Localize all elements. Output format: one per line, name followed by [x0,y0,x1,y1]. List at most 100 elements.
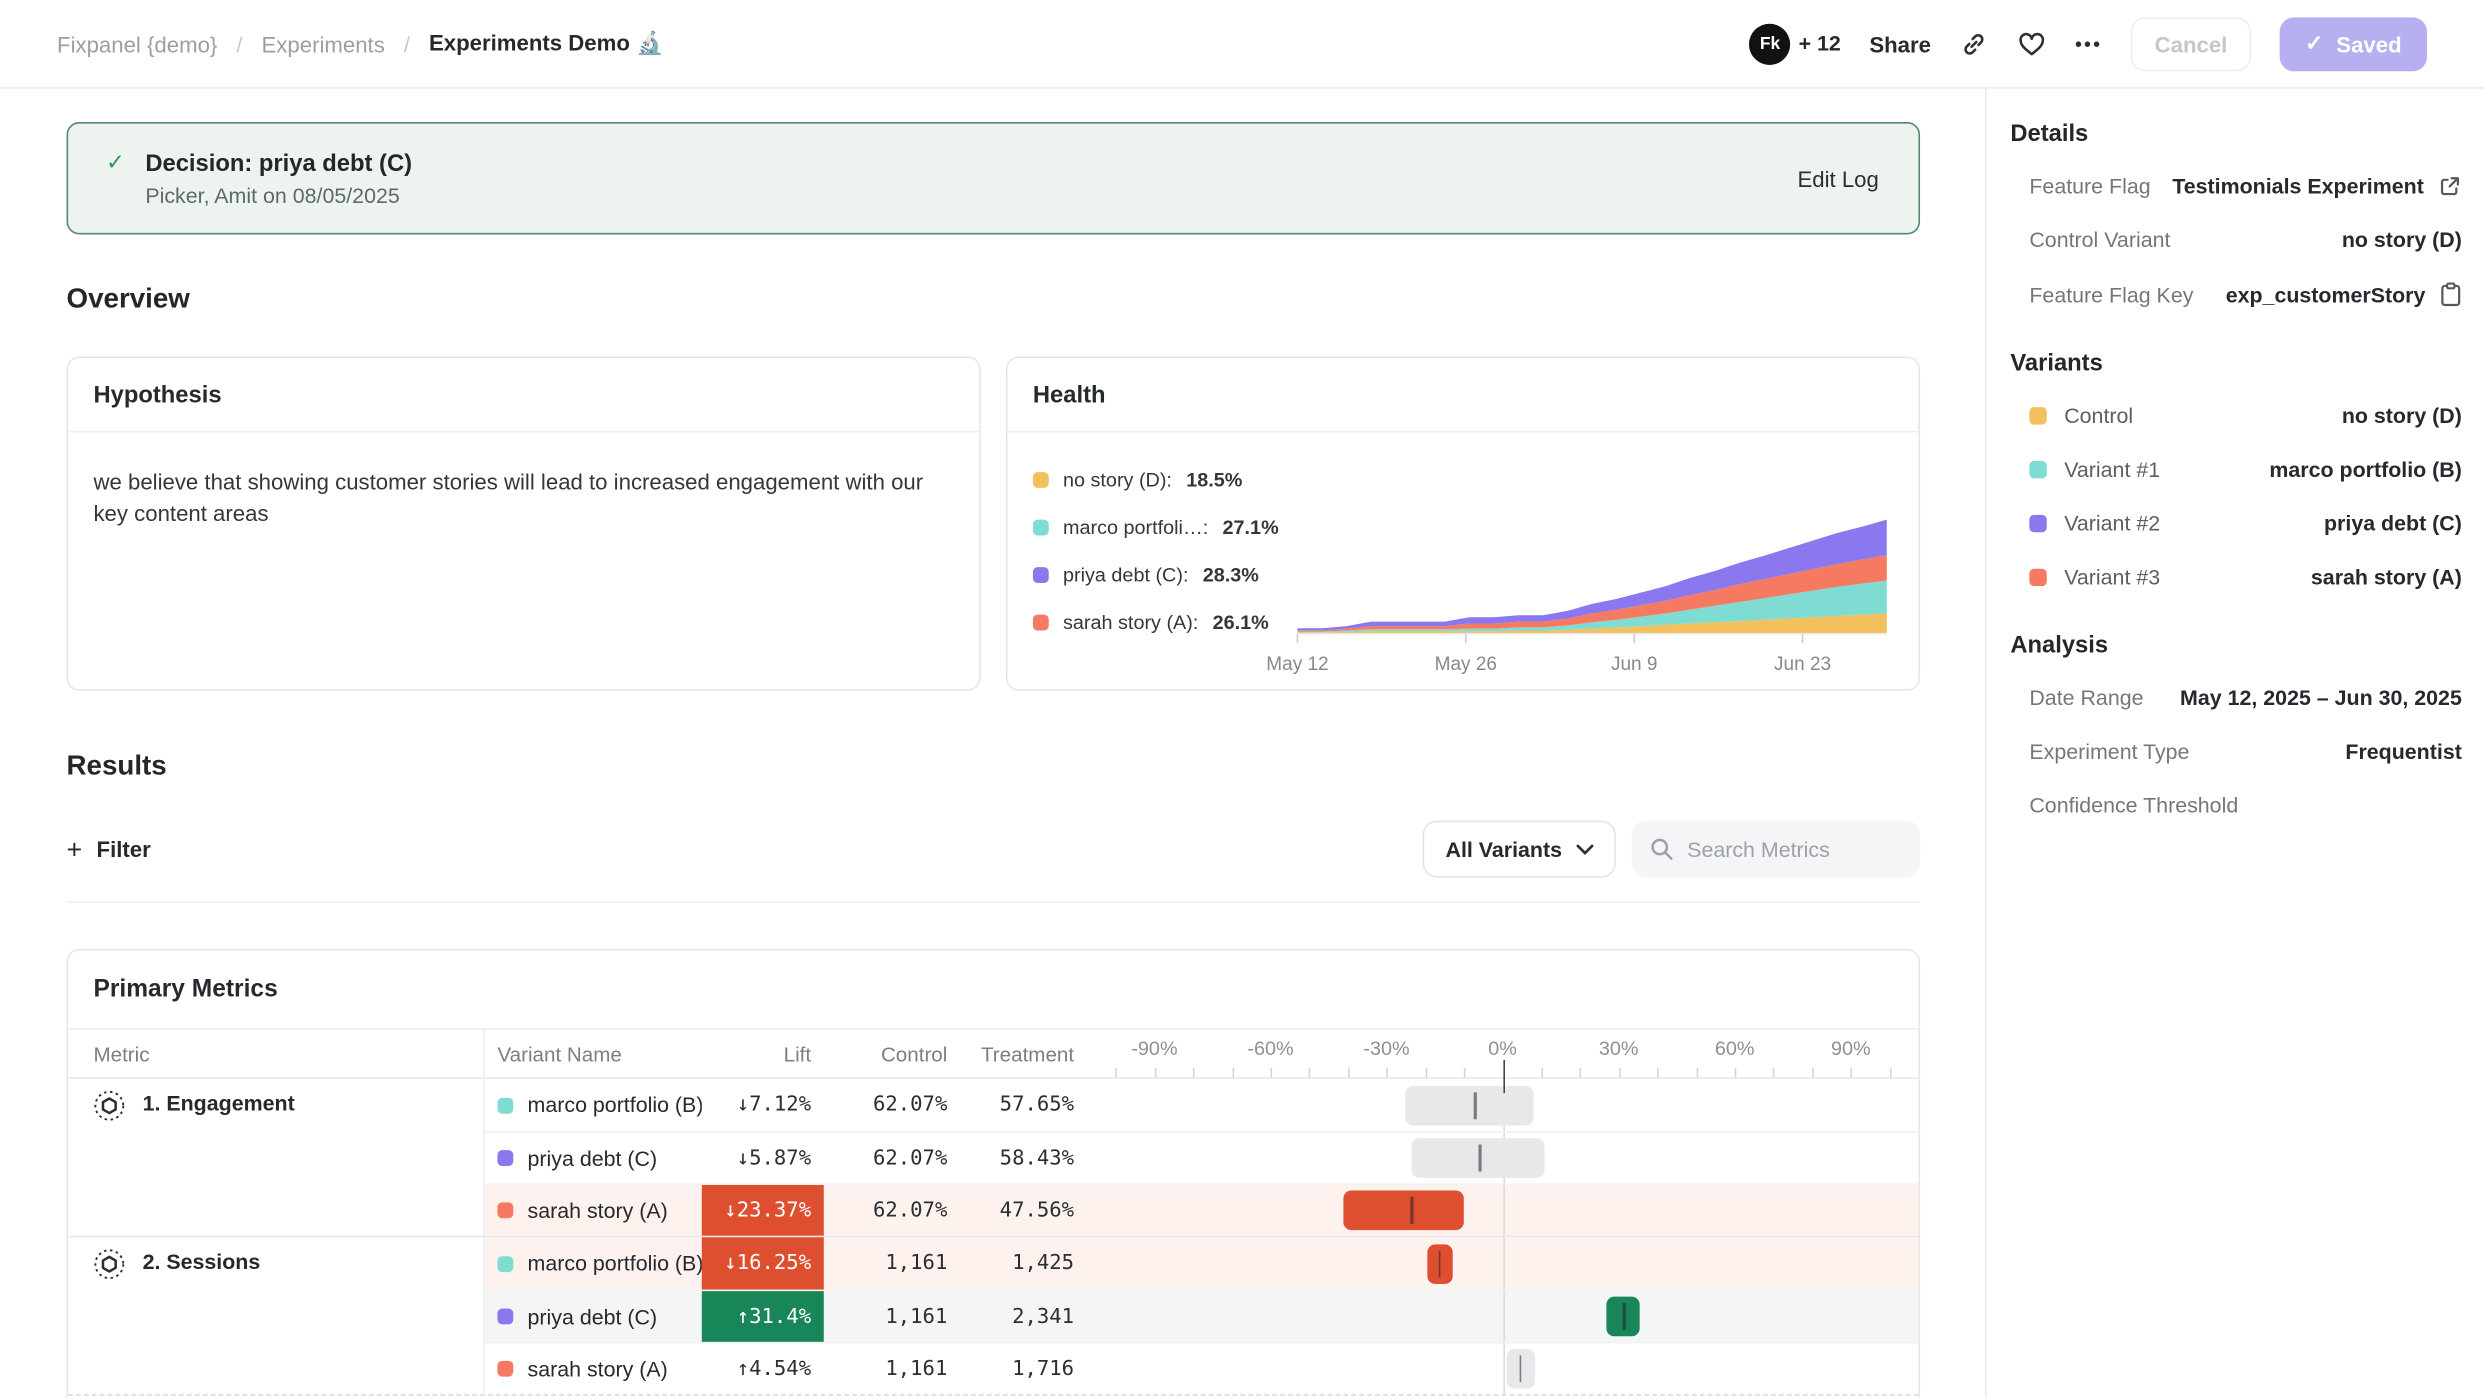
results-divider [67,901,1921,903]
axis-label: 0% [1488,1038,1517,1060]
variants-dropdown[interactable]: All Variants [1423,821,1616,878]
analysis-value: May 12, 2025 – Jun 30, 2025 [2164,686,2462,710]
control-value: 1,161 [824,1305,960,1329]
metric-rows: marco portfolio (B)↓7.12%62.07%57.65%pri… [485,1079,1919,1236]
axis-tick [1773,1068,1775,1078]
plus-icon: + [67,836,83,863]
health-chart: May 12May 26Jun 9Jun 23 [1297,466,1886,672]
legend-swatch [1033,472,1049,488]
zero-line [1503,1185,1505,1236]
lift-value: ↓5.87% [702,1133,824,1184]
metric-target-icon [93,1090,125,1122]
ci-mean-tick [1623,1303,1625,1330]
favorite-heart-icon[interactable] [2017,29,2047,58]
metric-row[interactable]: marco portfolio (B)↓16.25%1,1611,425 [485,1237,1919,1289]
analysis-rows: Date RangeMay 12, 2025 – Jun 30, 2025Exp… [2010,686,2461,817]
legend-value: 18.5% [1186,469,1242,491]
control-value: 62.07% [824,1093,960,1117]
axis-tick [1425,1068,1427,1078]
ci-bar [1406,1085,1534,1125]
share-button[interactable]: Share [1869,31,1931,56]
variant-value: no story (D) [2326,404,2462,428]
legend-swatch [1033,567,1049,583]
variant-value: sarah story (A) [2295,566,2462,590]
saved-label: Saved [2336,31,2401,56]
results-heading: Results [67,749,1921,782]
variant-value: marco portfolio (B) [2254,458,2462,482]
copy-link-icon[interactable] [1960,29,1989,58]
clipboard-icon[interactable] [2440,282,2462,307]
filter-label: Filter [97,836,151,861]
axis-tick [1193,1068,1195,1078]
axis-label: -30% [1363,1038,1409,1060]
details-section: Details Feature FlagTestimonials Experim… [2010,120,2461,307]
column-control: Control [824,1042,960,1066]
axis-label: -60% [1247,1038,1293,1060]
axis-tick [1696,1068,1698,1078]
axis-tick [1812,1068,1814,1078]
axis-tick [1464,1068,1466,1078]
treatment-value: 2,341 [960,1305,1087,1329]
saved-button[interactable]: ✓ Saved [2280,17,2427,71]
collaborators[interactable]: Fk + 12 [1749,23,1840,64]
metric-row[interactable]: marco portfolio (B)↓7.12%62.07%57.65% [485,1079,1919,1131]
ci-mean-tick [1474,1092,1476,1119]
add-filter-button[interactable]: + Filter [67,836,151,863]
decision-text: Decision: priya debt (C) Picker, Amit on… [145,150,412,207]
ci-bar [1506,1349,1535,1389]
column-metric: Metric [68,1030,485,1078]
ci-chart-cell [1087,1133,1919,1184]
metric-row[interactable]: sarah story (A)↑4.54%1,1611,716 [485,1342,1919,1394]
variant-name: marco portfolio (B) [528,1093,702,1117]
app-root: Fixpanel {demo} / Experiments / Experime… [0,0,2484,1397]
results-filter-row: + Filter All Variants [67,821,1921,878]
variant-cell: marco portfolio (B) [485,1252,702,1276]
breadcrumb-experiments[interactable]: Experiments [262,31,385,56]
breadcrumb-current: Experiments Demo 🔬 [429,30,664,57]
overview-cards: Hypothesis we believe that showing custo… [67,356,1921,690]
legend-value: 27.1% [1223,516,1279,538]
variant-swatch [2029,569,2046,586]
metric-row[interactable]: priya debt (C)↑31.4%1,1612,341 [485,1290,1919,1342]
lift-value: ↓23.37% [702,1185,824,1236]
avatar[interactable]: Fk [1749,23,1790,64]
detail-row: Feature FlagTestimonials Experiment [2010,174,2461,198]
collaborator-count: + 12 [1799,32,1841,56]
detail-row: Control Variantno story (D) [2010,228,2461,252]
breadcrumb: Fixpanel {demo} / Experiments / Experime… [57,30,664,57]
zero-line [1503,1343,1505,1394]
legend-value: 28.3% [1203,564,1259,586]
health-chart-svg: May 12May 26Jun 9Jun 23 [1297,507,1886,672]
variant-color-dot [497,1255,513,1271]
variant-color-dot [497,1150,513,1166]
breadcrumb-separator: / [236,31,242,56]
breadcrumb-project[interactable]: Fixpanel {demo} [57,31,217,56]
metric-name: 2. Sessions [143,1250,261,1274]
x-axis-label: Jun 9 [1611,654,1657,675]
search-metrics-input[interactable] [1632,821,1920,878]
health-body: no story (D): 18.5%marco portfoli…: 27.1… [1008,432,1919,671]
add-metric-button[interactable]: + Add [68,1394,1918,1397]
variant-label: Control [2064,404,2133,428]
edit-log-button[interactable]: Edit Log [1797,166,1878,191]
hypothesis-title: Hypothesis [68,358,979,432]
axis-label: 30% [1599,1038,1639,1060]
metric-row[interactable]: sarah story (A)↓23.37%62.07%47.56% [485,1183,1919,1235]
axis-tick [1541,1068,1543,1078]
hypothesis-card: Hypothesis we believe that showing custo… [67,356,981,690]
health-legend-item: sarah story (A): 26.1% [1033,612,1298,634]
axis-tick [1580,1068,1582,1078]
health-title: Health [1008,358,1919,432]
column-treatment: Treatment [960,1042,1087,1066]
lift-value: ↓16.25% [702,1237,824,1289]
variant-cell: priya debt (C) [485,1305,702,1329]
metric-row[interactable]: priya debt (C)↓5.87%62.07%58.43% [485,1131,1919,1183]
external-link-icon[interactable] [2438,174,2462,198]
legend-swatch [1033,520,1049,536]
variants-heading: Variants [2010,350,2461,377]
more-options-icon[interactable]: ••• [2075,32,2102,54]
check-icon: ✓ [2305,30,2324,57]
cancel-button[interactable]: Cancel [2131,17,2251,71]
metrics-table-header: Metric Variant Name Lift Control Treatme… [68,1030,1918,1079]
metric-target-icon [93,1248,125,1280]
